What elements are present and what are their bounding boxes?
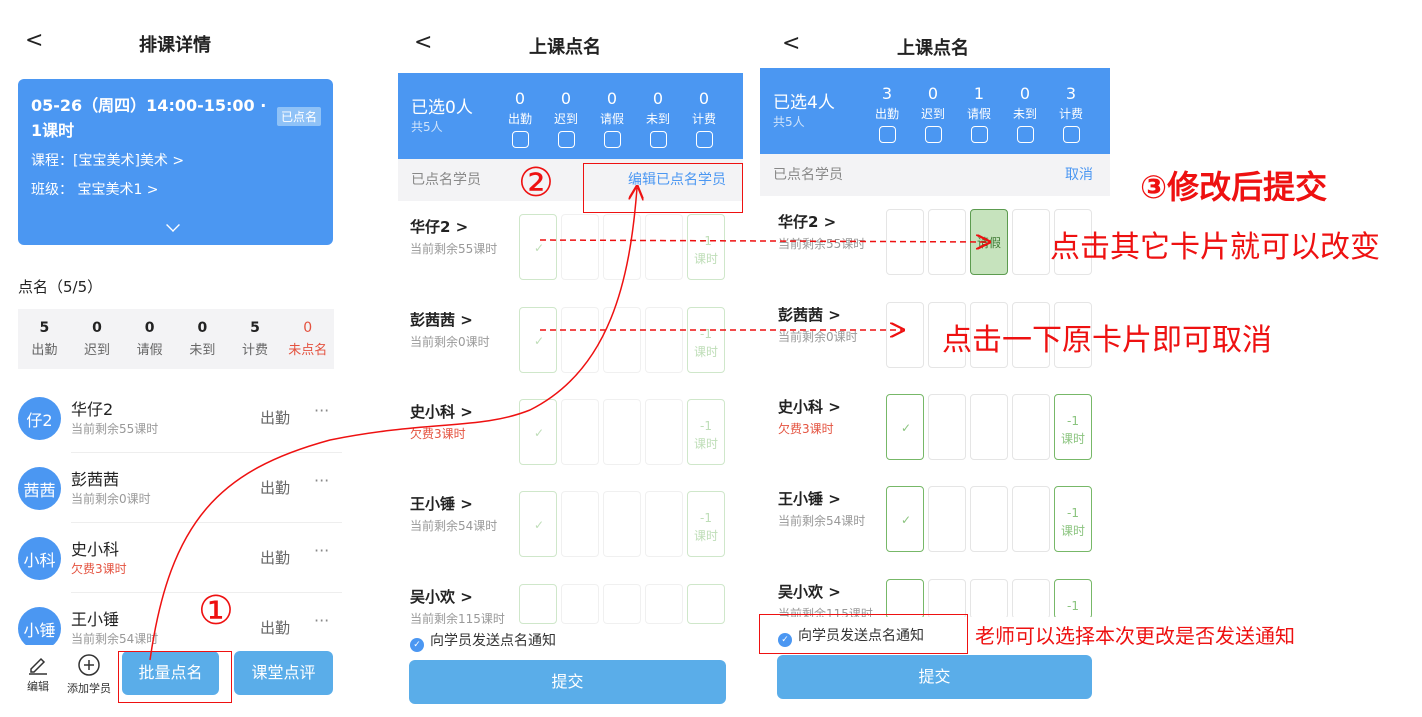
annotation-arrows: [149, 0, 1422, 661]
arrow-step1-to-step2: [149, 188, 637, 661]
arrow-change-card: [539, 240, 988, 242]
